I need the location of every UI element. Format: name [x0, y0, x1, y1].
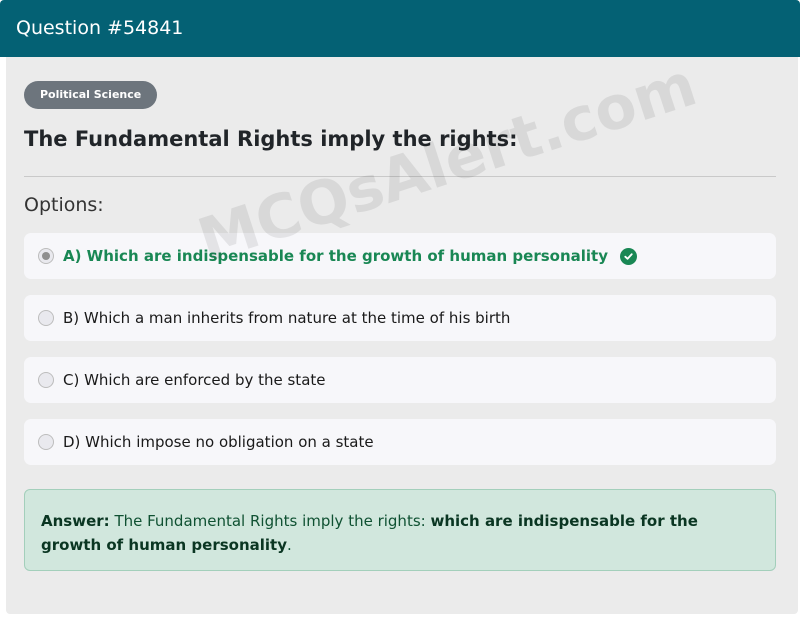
option-c-label: C) Which are enforced by the state	[63, 371, 326, 389]
question-header: Question #54841	[0, 0, 800, 57]
divider	[24, 176, 776, 177]
answer-suffix: .	[287, 536, 292, 554]
question-number: Question #54841	[16, 17, 184, 39]
option-a-label: A) Which are indispensable for the growt…	[63, 247, 609, 265]
option-a[interactable]: A) Which are indispensable for the growt…	[24, 233, 776, 279]
option-b[interactable]: B) Which a man inherits from nature at t…	[24, 295, 776, 341]
answer-box: Answer: The Fundamental Rights imply the…	[24, 489, 776, 571]
radio-button[interactable]	[38, 372, 54, 388]
question-text: The Fundamental Rights imply the rights:	[24, 127, 518, 151]
answer-label: Answer:	[41, 512, 110, 530]
answer-prefix: The Fundamental Rights imply the rights:	[114, 512, 426, 530]
category-badge[interactable]: Political Science	[24, 81, 158, 109]
check-circle-icon	[620, 247, 638, 265]
option-b-label: B) Which a man inherits from nature at t…	[63, 309, 511, 327]
options-heading: Options:	[24, 194, 104, 216]
radio-button[interactable]	[38, 434, 54, 450]
radio-button-selected[interactable]	[38, 248, 54, 264]
option-d[interactable]: D) Which impose no obligation on a state	[24, 419, 776, 465]
radio-button[interactable]	[38, 310, 54, 326]
option-c[interactable]: C) Which are enforced by the state	[24, 357, 776, 403]
option-d-label: D) Which impose no obligation on a state	[63, 433, 374, 451]
